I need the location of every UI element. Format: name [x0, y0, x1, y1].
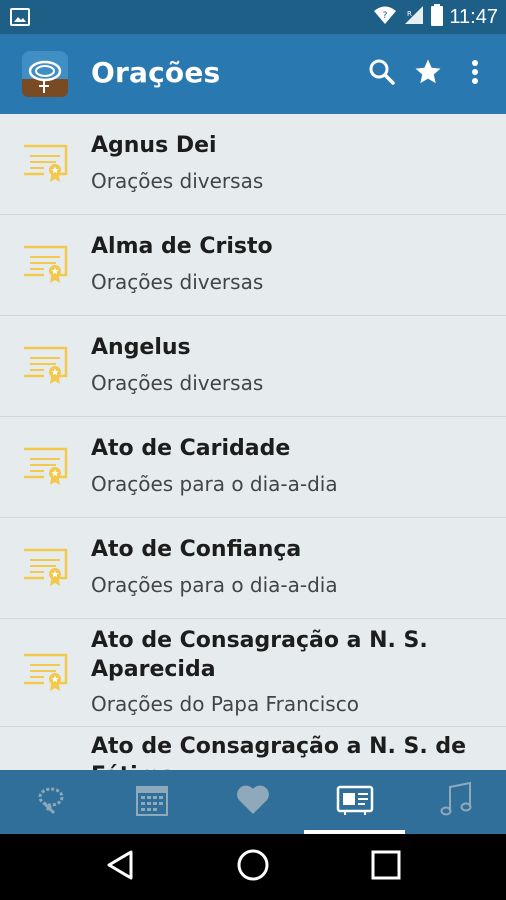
list-item[interactable]: Alma de Cristo Orações diversas	[0, 215, 506, 316]
wifi-icon: ?	[373, 5, 397, 29]
prayer-title: Angelus	[91, 335, 191, 360]
list-item[interactable]: Agnus Dei Orações diversas	[0, 114, 506, 215]
back-button[interactable]	[80, 834, 160, 900]
prayer-title: Alma de Cristo	[91, 234, 273, 259]
nav-favorites[interactable]	[202, 770, 303, 834]
prayer-title: Agnus Dei	[91, 133, 217, 158]
calendar-icon	[135, 783, 169, 821]
prayer-category: Orações diversas	[91, 169, 264, 193]
rosary-icon	[34, 783, 68, 821]
app-bar: Orações	[0, 34, 506, 114]
search-button[interactable]	[366, 58, 398, 90]
certificate-icon	[22, 447, 70, 487]
prayer-category: Orações para o dia-a-dia	[91, 573, 338, 597]
battery-icon	[431, 4, 444, 30]
more-vert-icon	[471, 59, 479, 89]
status-bar: ? R 11:47	[0, 0, 506, 34]
star-icon	[413, 57, 443, 91]
svg-text:R: R	[407, 10, 412, 18]
more-options-button[interactable]	[459, 58, 491, 90]
prayer-category: Orações diversas	[91, 270, 264, 294]
search-icon	[368, 58, 396, 90]
system-navigation-bar	[0, 834, 506, 900]
prayer-title: Ato de Caridade	[91, 436, 291, 461]
list-item[interactable]: Ato de Consagração a N. S. Aparecida Ora…	[0, 619, 506, 727]
prayer-list[interactable]: Agnus Dei Orações diversas Alma de Crist…	[0, 114, 506, 770]
home-button[interactable]	[213, 834, 293, 900]
prayer-category: Orações para o dia-a-dia	[91, 472, 338, 496]
nav-prayers[interactable]	[304, 770, 405, 834]
heart-icon	[235, 784, 271, 820]
certificate-icon	[22, 245, 70, 285]
prayer-card-icon	[335, 784, 375, 820]
bottom-nav	[0, 770, 506, 834]
signal-icon: R	[403, 5, 425, 29]
nav-rosary[interactable]	[0, 770, 101, 834]
prayer-title: Ato de Consagração a N. S. Aparecida	[91, 628, 428, 682]
certificate-icon	[22, 653, 70, 693]
prayer-category: Orações do Papa Francisco	[91, 692, 359, 716]
prayer-title: Ato de Consagração a N. S. de Fátima	[91, 734, 467, 770]
prayer-category: Orações diversas	[91, 371, 264, 395]
image-icon	[10, 7, 30, 31]
certificate-icon	[22, 144, 70, 184]
certificate-icon	[22, 346, 70, 386]
prayer-title: Ato de Confiança	[91, 537, 302, 562]
recents-icon	[370, 849, 402, 885]
status-time: 11:47	[449, 5, 498, 28]
page-title: Orações	[91, 56, 221, 89]
app-logo[interactable]	[22, 51, 68, 97]
nav-music[interactable]	[405, 770, 506, 834]
nav-calendar[interactable]	[101, 770, 202, 834]
list-item[interactable]: Ato de Confiança Orações para o dia-a-di…	[0, 518, 506, 619]
list-item[interactable]: Ato de Caridade Orações para o dia-a-dia	[0, 417, 506, 518]
list-item[interactable]: Angelus Orações diversas	[0, 316, 506, 417]
certificate-icon	[22, 548, 70, 588]
home-icon	[236, 848, 270, 886]
recents-button[interactable]	[346, 834, 426, 900]
svg-text:?: ?	[383, 11, 388, 21]
music-icon	[437, 781, 475, 823]
list-item[interactable]: Ato de Consagração a N. S. de Fátima	[0, 727, 506, 770]
back-icon	[105, 849, 135, 885]
favorites-button[interactable]	[412, 58, 444, 90]
